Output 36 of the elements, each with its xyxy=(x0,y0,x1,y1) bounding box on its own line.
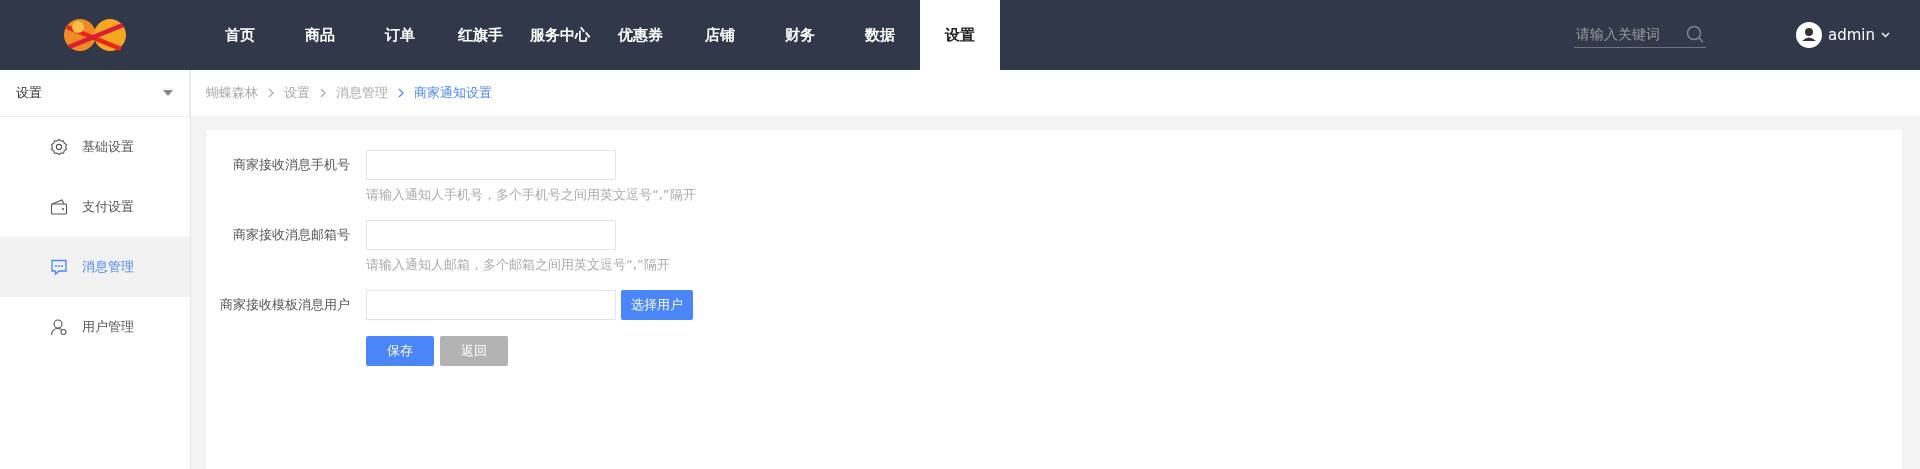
wallet-icon xyxy=(50,198,68,216)
input-field[interactable] xyxy=(366,220,616,250)
avatar-icon xyxy=(1796,22,1822,48)
search-icon xyxy=(1686,24,1704,43)
input-field[interactable] xyxy=(366,290,616,320)
field-label: 商家接收消息邮箱号 xyxy=(232,226,351,244)
field-label: 商家接收模板消息用户 xyxy=(219,296,351,314)
sidebar-dropdown[interactable]: 设置 xyxy=(0,70,190,117)
chat-icon xyxy=(50,258,68,276)
breadcrumb-link[interactable]: 商家通知设置 xyxy=(414,84,492,102)
field-label: 商家接收消息手机号 xyxy=(232,156,351,174)
field-hint: 请输入通知人邮箱，多个邮箱之间用英文逗号“,”隔开 xyxy=(366,256,671,274)
input-field[interactable] xyxy=(366,150,616,180)
chevron-icon xyxy=(398,88,404,98)
nav-tab[interactable]: 店铺 xyxy=(680,0,760,70)
user-icon xyxy=(50,318,68,336)
chevron-icon xyxy=(268,88,274,98)
sidebar-item[interactable]: 用户管理 xyxy=(0,297,190,357)
nav-tab[interactable]: 设置 xyxy=(920,0,1000,70)
nav-tab[interactable]: 财务 xyxy=(760,0,840,70)
nav-tab[interactable]: 优惠券 xyxy=(600,0,680,70)
nav-tab[interactable]: 订单 xyxy=(360,0,440,70)
nav-tab[interactable]: 商品 xyxy=(280,0,360,70)
field-hint: 请输入通知人手机号，多个手机号之间用英文逗号“,”隔开 xyxy=(366,186,697,204)
user-name[interactable]: admin xyxy=(1828,26,1875,44)
gear-icon xyxy=(50,138,68,156)
nav-tab[interactable]: 数据 xyxy=(840,0,920,70)
sidebar-item[interactable]: 基础设置 xyxy=(0,117,190,177)
nav-tab[interactable]: 红旗手 xyxy=(440,0,520,70)
sidebar-item[interactable]: 支付设置 xyxy=(0,177,190,237)
chevron-icon xyxy=(320,88,326,98)
caret-icon[interactable] xyxy=(1881,32,1890,38)
search-field[interactable]: 请输入关键词 xyxy=(1574,22,1706,48)
nav-tab[interactable]: 服务中心 xyxy=(520,0,600,70)
nav-tab[interactable]: 首页 xyxy=(200,0,280,70)
caret-icon xyxy=(163,90,173,96)
